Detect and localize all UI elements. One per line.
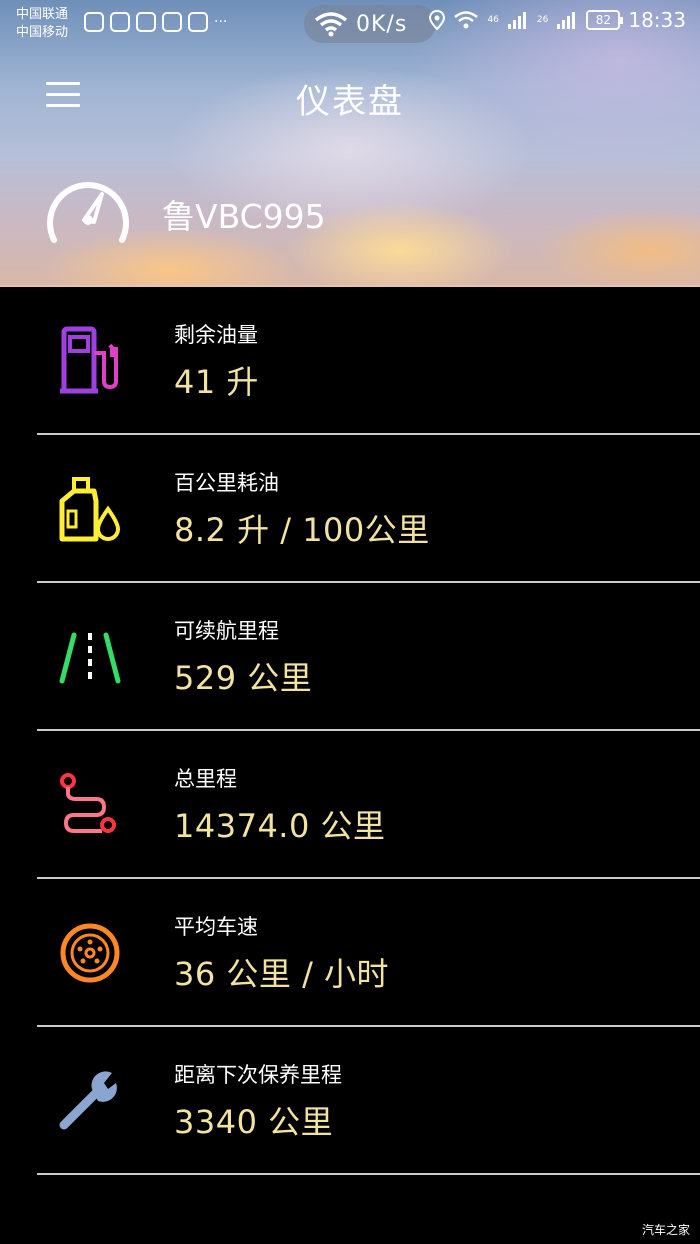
- wifi-icon: [314, 12, 348, 37]
- browser-icon: [136, 12, 156, 32]
- metric-range[interactable]: 可续航里程 529 公里: [0, 583, 700, 731]
- cell-signal-1-icon: [507, 12, 526, 29]
- oil-can-icon: [59, 477, 121, 542]
- more-notifications-icon: ···: [214, 14, 228, 30]
- video-app-icon: [188, 12, 208, 32]
- location-icon: [429, 10, 446, 30]
- metric-value: 36 公里 / 小时: [174, 955, 390, 993]
- metric-label: 剩余油量: [174, 323, 258, 347]
- metric-fuel-remaining[interactable]: 剩余油量 41 升: [0, 287, 700, 435]
- metrics-list: 剩余油量 41 升 百公里耗油 8.2 升 / 100公里 可续航里程 529 …: [0, 287, 700, 1175]
- wheel-icon: [60, 923, 120, 983]
- metric-average-speed[interactable]: 平均车速 36 公里 / 小时: [0, 879, 700, 1027]
- metric-value: 14374.0 公里: [174, 807, 386, 845]
- network-speed-text: 0K/s: [356, 11, 408, 37]
- page-title: 仪表盘: [296, 82, 404, 122]
- notification-icons: ···: [84, 12, 227, 32]
- signal-1-type: 46: [487, 15, 499, 25]
- divider: [37, 1173, 700, 1175]
- clock: 18:33: [628, 8, 686, 32]
- metric-label: 可续航里程: [174, 619, 279, 643]
- status-bar: 中国联通 中国移动 ··· 0K/s 46 26 82 18:33: [0, 0, 700, 48]
- metric-value: 8.2 升 / 100公里: [174, 511, 430, 549]
- cell-signal-2-icon: [557, 12, 576, 29]
- system-icons: 46 26 82 18:33: [429, 8, 686, 32]
- metric-total-mileage[interactable]: 总里程 14374.0 公里: [0, 731, 700, 879]
- signal-2-type: 26: [536, 15, 549, 25]
- metric-label: 平均车速: [174, 915, 258, 939]
- license-plate: 鲁VBC995: [162, 197, 326, 236]
- fuel-pump-icon: [60, 326, 118, 394]
- notification-app-icon: [84, 12, 104, 32]
- metric-label: 百公里耗油: [174, 471, 279, 495]
- route-icon: [60, 773, 116, 833]
- metric-value: 529 公里: [174, 659, 313, 697]
- metric-value: 3340 公里: [174, 1103, 334, 1141]
- road-icon: [59, 632, 121, 684]
- wifi-signal-icon: [454, 11, 479, 29]
- wechat-icon: [162, 12, 182, 32]
- network-speed-pill: 0K/s: [304, 5, 436, 43]
- metric-next-maintenance[interactable]: 距离下次保养里程 3340 公里: [0, 1027, 700, 1175]
- carrier-2: 中国移动: [16, 25, 69, 40]
- metric-label: 距离下次保养里程: [174, 1063, 342, 1087]
- battery-icon: 82: [586, 10, 624, 30]
- speedometer-icon: [47, 182, 129, 243]
- metric-fuel-consumption[interactable]: 百公里耗油 8.2 升 / 100公里: [0, 435, 700, 583]
- carrier-1: 中国联通: [16, 7, 69, 22]
- metric-label: 总里程: [174, 767, 237, 791]
- health-icon: [110, 12, 130, 32]
- watermark: 汽车之家: [641, 1223, 690, 1237]
- wrench-icon: [59, 1071, 117, 1130]
- metric-value: 41 升: [174, 363, 259, 401]
- carrier-info: 中国联通 中国移动: [16, 6, 68, 42]
